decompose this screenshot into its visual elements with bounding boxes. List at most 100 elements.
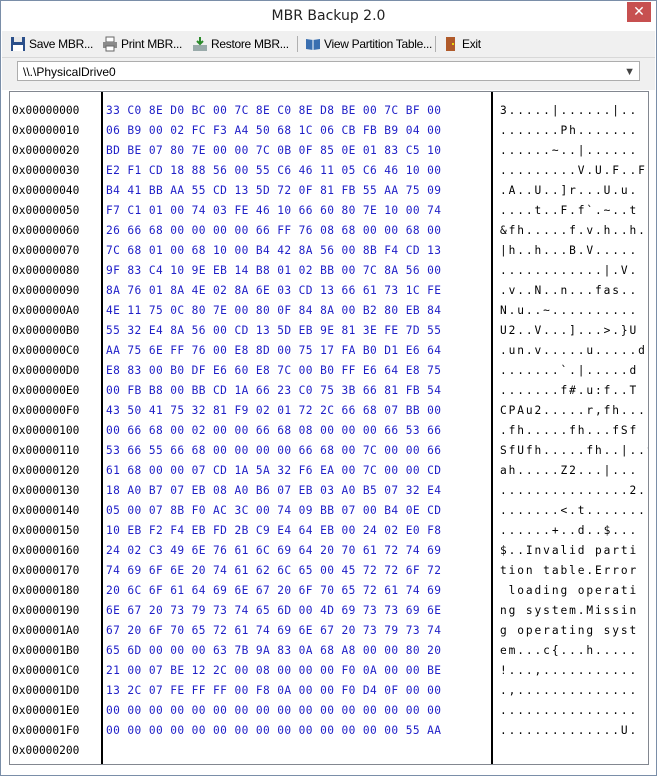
restore-icon (192, 36, 208, 52)
drive-select[interactable]: \\.\PhysicalDrive0 ▼ (17, 61, 640, 81)
ascii-row: !...,........... (500, 664, 639, 677)
hex-bytes-row: F7 C1 01 00 74 03 FE 46 10 66 60 80 7E 1… (106, 204, 442, 217)
ascii-row: ......+..d..$... (500, 524, 639, 537)
title-bar: MBR Backup 2.0 ✕ (1, 1, 656, 31)
offset-cell: 0x000001C0 (12, 664, 80, 677)
exit-label: Exit (462, 37, 481, 51)
restore-mbr-button[interactable]: Restore MBR... (192, 34, 289, 54)
offset-cell: 0x000001A0 (12, 624, 80, 637)
offset-cell: 0x00000120 (12, 464, 80, 477)
close-button[interactable]: ✕ (627, 2, 651, 22)
offset-cell: 0x00000140 (12, 504, 80, 517)
exit-button[interactable]: Exit (443, 34, 481, 54)
drive-select-value: \\.\PhysicalDrive0 (23, 65, 116, 79)
ascii-row: .,.............. (500, 684, 639, 697)
hex-bytes-row: 20 6C 6F 61 64 69 6E 67 20 6F 70 65 72 6… (106, 584, 442, 597)
offset-cell: 0x00000180 (12, 584, 80, 597)
offset-cell: 0x000000B0 (12, 324, 80, 337)
save-mbr-button[interactable]: Save MBR... (10, 34, 93, 54)
ascii-column: 3.....|......|.. .......Ph....... ......~.… (500, 101, 648, 761)
ascii-row: loading operati (500, 584, 639, 597)
hex-view[interactable]: 0x00000000 0x00000010 0x00000020 0x00000030… (9, 91, 649, 765)
ascii-row: ...............2. (500, 484, 647, 497)
toolbar: Save MBR... Print MBR... Restore MBR... … (2, 31, 655, 58)
view-partition-table-button[interactable]: View Partition Table... (305, 34, 432, 54)
ascii-row: .......`.|.....d (500, 364, 639, 377)
save-mbr-label: Save MBR... (29, 37, 94, 51)
hex-bytes-row: 21 00 07 BE 12 2C 00 08 00 00 00 F0 0A 0… (106, 664, 442, 677)
ascii-row: N.u..~.......... (500, 304, 639, 317)
print-mbr-label: Print MBR... (121, 37, 183, 51)
ascii-row: .un.v.....u.....d (500, 344, 647, 357)
ascii-row: .......Ph....... (500, 124, 639, 137)
hex-bytes-row (106, 741, 441, 761)
offset-cell: 0x00000070 (12, 244, 80, 257)
offset-cell: 0x00000150 (12, 524, 80, 537)
hex-bytes-row: E2 F1 CD 18 88 56 00 55 C6 46 11 05 C6 4… (106, 164, 442, 177)
ascii-row: .v..N..n...fas.. (500, 284, 639, 297)
offset-column: 0x00000000 0x00000010 0x00000020 0x00000030… (12, 101, 79, 761)
exit-door-icon (443, 36, 459, 52)
offset-cell: 0x00000040 (12, 184, 80, 197)
offset-cell: 0x00000080 (12, 264, 80, 277)
ascii-row: CPAu2.....r,fh... (500, 404, 647, 417)
drive-bar: \\.\PhysicalDrive0 ▼ (2, 58, 655, 90)
offset-cell: 0x00000030 (12, 164, 80, 177)
app-window: MBR Backup 2.0 ✕ Save MBR... Print MBR..… (0, 0, 657, 776)
offset-cell: 0x00000090 (12, 284, 80, 297)
offset-cell: 0x000001F0 (12, 724, 80, 737)
offset-divider (101, 92, 103, 764)
ascii-divider (491, 92, 493, 764)
hex-bytes-row: 13 2C 07 FE FF FF 00 F8 0A 00 00 F0 D4 0… (106, 684, 442, 697)
ascii-row (500, 741, 648, 761)
offset-cell: 0x000000F0 (12, 404, 80, 417)
restore-mbr-label: Restore MBR... (211, 37, 289, 51)
ascii-row: g operating syst (500, 624, 639, 637)
hex-bytes-row: 7C 68 01 00 68 10 00 B4 42 8A 56 00 8B F… (106, 244, 442, 257)
offset-cell: 0x000000D0 (12, 364, 80, 377)
hex-bytes-row: 24 02 C3 49 6E 76 61 6C 69 64 20 70 61 7… (106, 544, 442, 557)
hex-bytes-row: 18 A0 B7 07 EB 08 A0 B6 07 EB 03 A0 B5 0… (106, 484, 442, 497)
offset-cell: 0x000001E0 (12, 704, 80, 717)
ascii-row: &fh.....f.v.h..h. (500, 224, 647, 237)
hex-bytes-row: 43 50 41 75 32 81 F9 02 01 72 2C 66 68 0… (106, 404, 442, 417)
ascii-row: .......f#.u:f..T (500, 384, 639, 397)
hex-bytes-row: 00 00 00 00 00 00 00 00 00 00 00 00 00 0… (106, 704, 442, 717)
hex-bytes-row: 00 00 00 00 00 00 00 00 00 00 00 00 00 0… (106, 724, 442, 737)
toolbar-separator (435, 36, 436, 52)
print-mbr-button[interactable]: Print MBR... (102, 34, 182, 54)
view-partition-table-label: View Partition Table... (324, 37, 433, 51)
hex-bytes-row: BD BE 07 80 7E 00 00 7C 0B 0F 85 0E 01 8… (106, 144, 442, 157)
hex-bytes-row: 26 66 68 00 00 00 00 66 FF 76 08 68 00 0… (106, 224, 442, 237)
hex-bytes-row: AA 75 6E FF 76 00 E8 8D 00 75 17 FA B0 D… (106, 344, 442, 357)
hex-bytes-row: E8 83 00 B0 DF E6 60 E8 7C 00 B0 FF E6 6… (106, 364, 442, 377)
hex-bytes-column: 33 C0 8E D0 BC 00 7C 8E C0 8E D8 BE 00 7… (106, 101, 441, 761)
hex-bytes-row: 33 C0 8E D0 BC 00 7C 8E C0 8E D8 BE 00 7… (106, 104, 442, 117)
ascii-row: ah.....Z2...|... (500, 464, 639, 477)
ascii-row: ng system.Missin (500, 604, 639, 617)
ascii-row: .A..U..]r...U.u. (500, 184, 639, 197)
offset-cell: 0x00000060 (12, 224, 80, 237)
offset-cell: 0x00000010 (12, 124, 80, 137)
hex-bytes-row: 6E 67 20 73 79 73 74 65 6D 00 4D 69 73 7… (106, 604, 442, 617)
ascii-row: ..............U. (500, 724, 639, 737)
book-icon (305, 36, 321, 52)
ascii-row: $..Invalid parti (500, 544, 639, 557)
offset-cell: 0x00000110 (12, 444, 80, 457)
floppy-disk-icon (10, 36, 26, 52)
hex-bytes-row: 55 32 E4 8A 56 00 CD 13 5D EB 9E 81 3E F… (106, 324, 442, 337)
printer-icon (102, 36, 118, 52)
hex-bytes-row: 8A 76 01 8A 4E 02 8A 6E 03 CD 13 66 61 7… (106, 284, 442, 297)
offset-cell: 0x00000100 (12, 424, 80, 437)
hex-bytes-row: 67 20 6F 70 65 72 61 74 69 6E 67 20 73 7… (106, 624, 442, 637)
ascii-row: .fh.....fh...fSf (500, 424, 639, 437)
offset-cell: 0x00000000 (12, 104, 80, 117)
hex-bytes-row: 06 B9 00 02 FC F3 A4 50 68 1C 06 CB FB B… (106, 124, 442, 137)
toolbar-separator (297, 36, 298, 52)
hex-bytes-row: 05 00 07 8B F0 AC 3C 00 74 09 BB 07 00 B… (106, 504, 442, 517)
ascii-row: ................ (500, 704, 639, 717)
hex-bytes-row: 61 68 00 00 07 CD 1A 5A 32 F6 EA 00 7C 0… (106, 464, 442, 477)
offset-cell: 0x000000E0 (12, 384, 80, 397)
hex-bytes-row: 9F 83 C4 10 9E EB 14 B8 01 02 BB 00 7C 8… (106, 264, 442, 277)
ascii-row: 3.....|......|.. (500, 104, 639, 117)
